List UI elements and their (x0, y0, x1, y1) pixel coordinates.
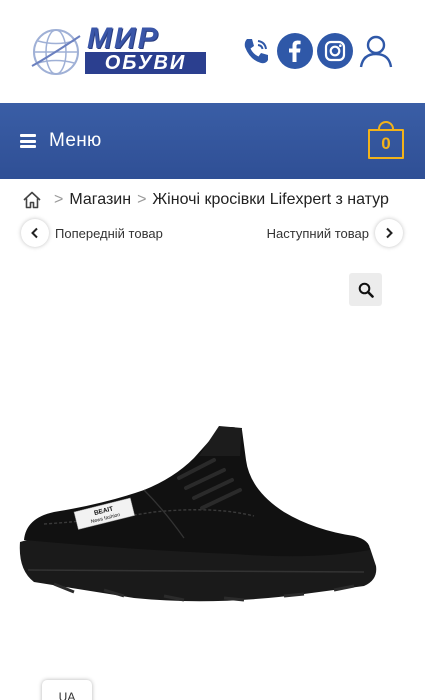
menu-bar: Меню (0, 103, 425, 179)
product-image[interactable]: BEAIT News fashion (14, 420, 380, 610)
cart-count: 0 (381, 134, 391, 153)
previous-product-button[interactable] (21, 219, 49, 247)
facebook-icon[interactable] (277, 33, 313, 69)
logo-text-bottom: ОБУВИ (85, 52, 206, 74)
next-product-button[interactable] (375, 219, 403, 247)
phone-icon[interactable] (238, 33, 274, 69)
breadcrumb: > Магазин > Жіночі кросівки Lifexpert з … (22, 188, 425, 212)
logo-text-top: МИР (87, 22, 160, 55)
breadcrumb-shop-link[interactable]: Магазин (69, 191, 131, 209)
language-switcher[interactable]: UA (42, 680, 92, 700)
hamburger-icon (20, 134, 36, 148)
instagram-icon[interactable] (317, 33, 353, 69)
site-header: МИР ОБУВИ (0, 0, 425, 103)
chevron-left-icon (31, 227, 38, 239)
zoom-button[interactable] (349, 273, 382, 306)
home-icon[interactable] (22, 190, 42, 210)
chevron-right-icon (386, 227, 393, 239)
search-icon (358, 282, 374, 298)
user-icon[interactable] (358, 33, 394, 69)
breadcrumb-current: Жіночі кросівки Lifexpert з натур (152, 191, 389, 208)
breadcrumb-separator: > (54, 191, 64, 208)
next-product-link[interactable]: Наступний товар (267, 226, 369, 241)
menu-label: Меню (49, 130, 102, 151)
cart-icon: 0 (368, 129, 404, 159)
product-navigation: Попередній товар Наступний товар (0, 219, 425, 249)
cart-button[interactable]: 0 (368, 121, 404, 159)
menu-button[interactable]: Меню (20, 127, 102, 155)
previous-product-link[interactable]: Попередній товар (55, 226, 163, 241)
breadcrumb-separator: > (137, 191, 147, 208)
globe-icon (31, 29, 81, 75)
site-logo[interactable]: МИР ОБУВИ (30, 22, 210, 78)
